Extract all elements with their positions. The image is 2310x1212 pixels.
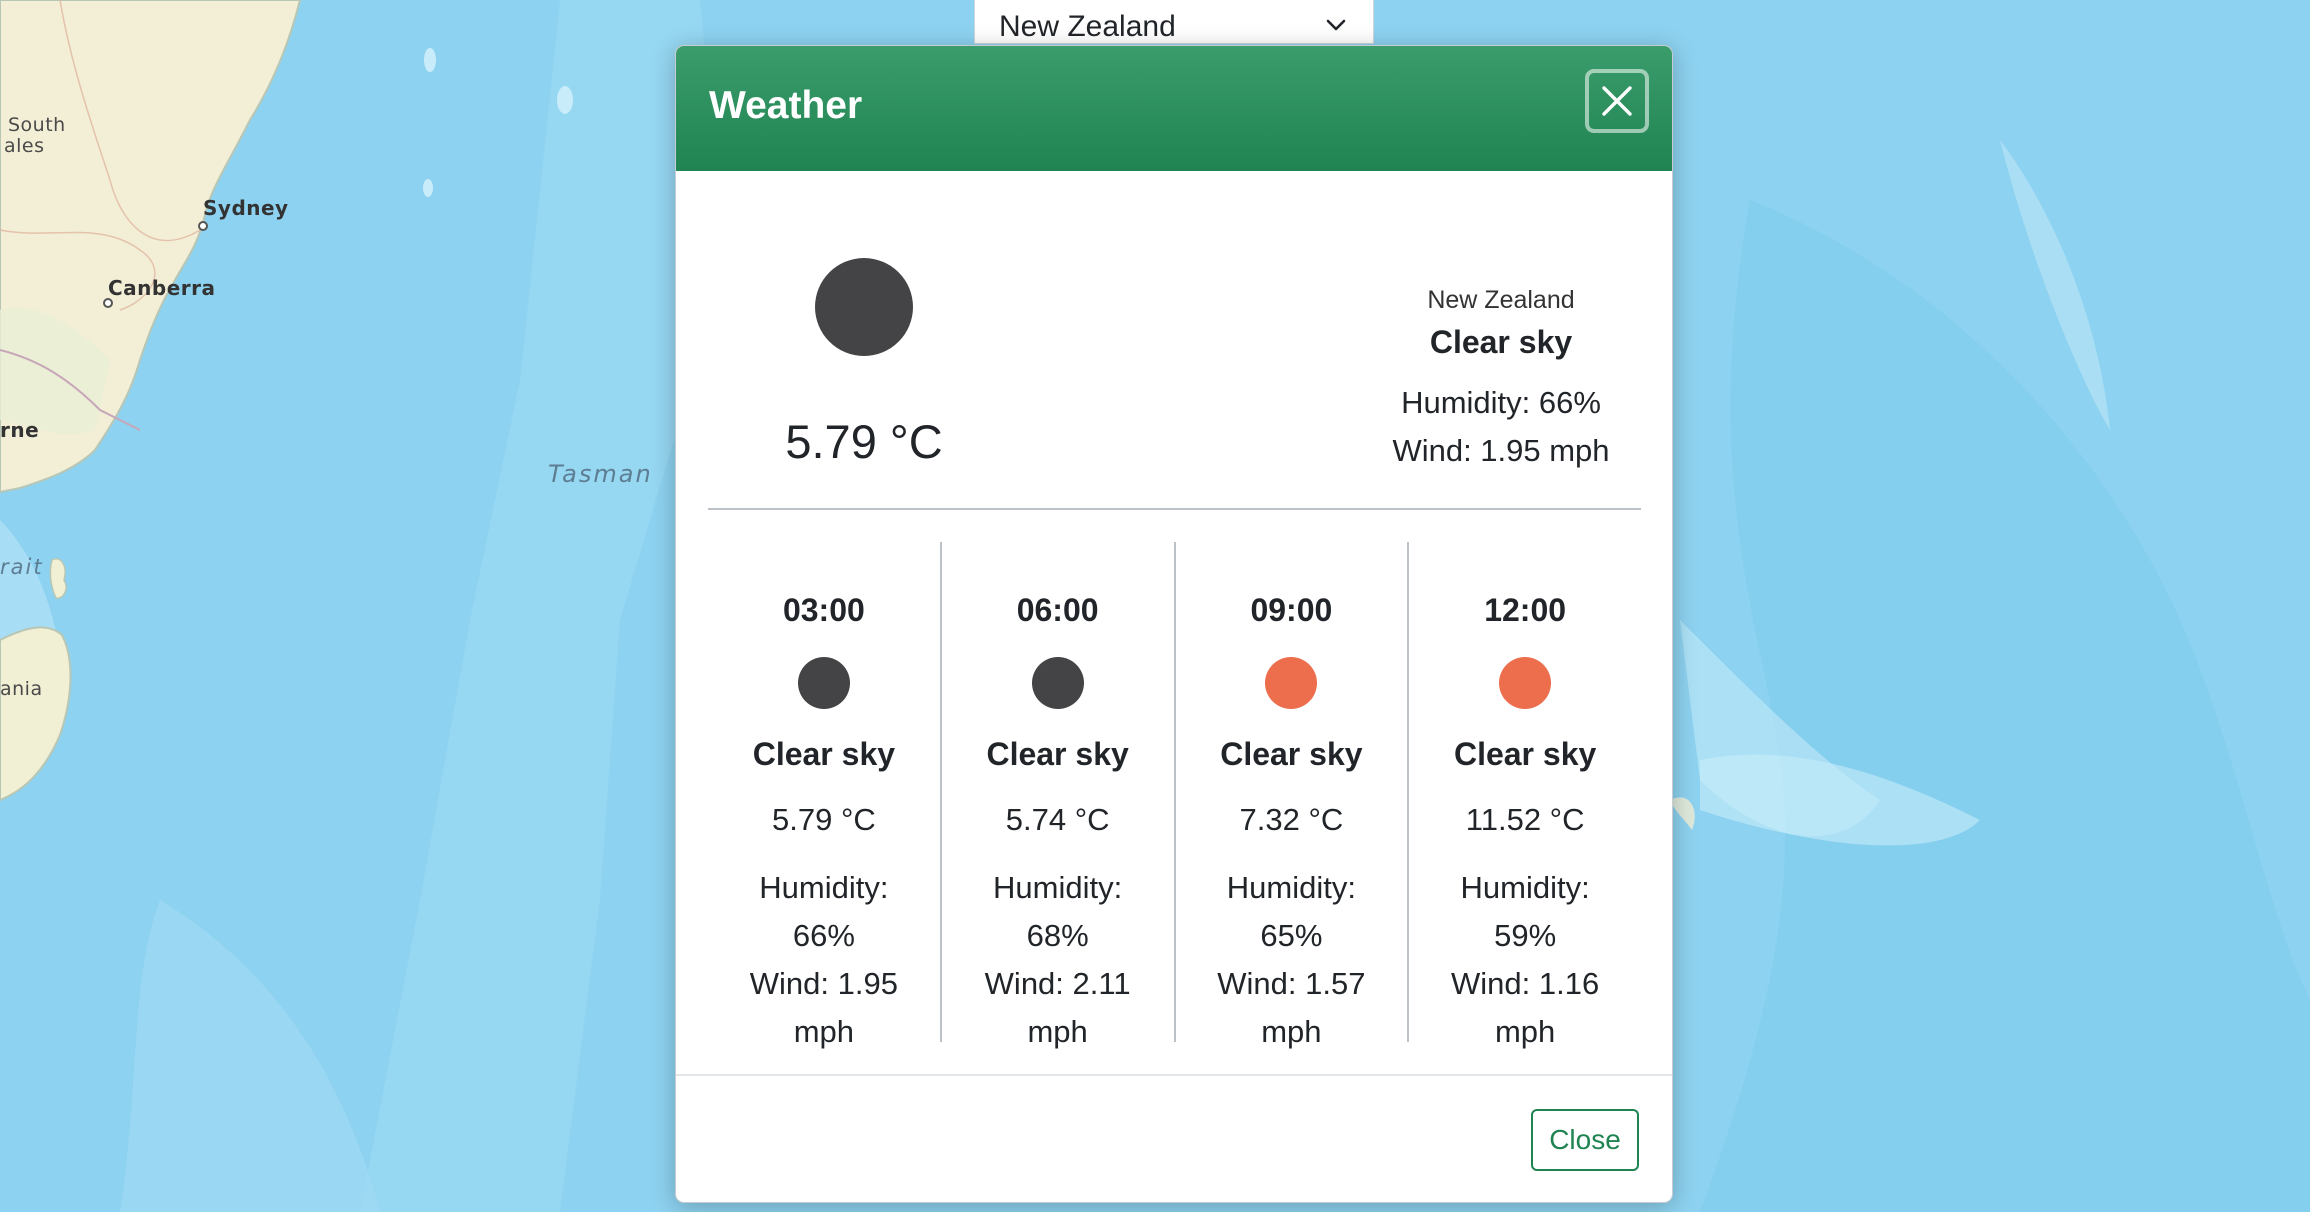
map-label-tasman: Tasman — [548, 460, 653, 488]
forecast-description: Clear sky — [986, 736, 1129, 772]
forecast-time: 09:00 — [1250, 592, 1333, 628]
country-select[interactable]: New Zealand — [974, 0, 1374, 44]
forecast-wind-label: Wind: 2.11 — [984, 966, 1131, 1001]
modal-footer: Close — [676, 1074, 1672, 1202]
forecast-details: Humidity: 68% Wind: 2.11 mph — [962, 864, 1154, 1056]
forecast-wind-unit: mph — [1027, 1014, 1088, 1049]
forecast-time: 12:00 — [1484, 592, 1567, 628]
current-temperature: 5.79 °C — [785, 415, 943, 468]
forecast-wind-label: Wind: 1.16 — [1451, 966, 1600, 1001]
forecast-humidity-label: Humidity: — [759, 870, 889, 905]
map-label-tasmania: ania — [0, 678, 43, 700]
current-wind: Wind: 1.95 mph — [1392, 433, 1610, 468]
close-button[interactable]: Close — [1531, 1109, 1639, 1171]
forecast-humidity-value: 59% — [1494, 918, 1557, 953]
forecast-temperature: 5.79 °C — [772, 802, 876, 837]
forecast-temperature: 5.74 °C — [1005, 802, 1110, 837]
forecast-humidity-label: Humidity: — [1226, 870, 1356, 905]
map-label-melbourne: rne — [0, 418, 40, 442]
forecast-weather-icon — [1499, 657, 1552, 709]
modal-header: Weather — [676, 46, 1672, 171]
forecast-column: 12:00 Clear sky 11.52 °C Humidity: 59% W… — [1407, 542, 1641, 1049]
current-location: New Zealand — [1427, 286, 1575, 314]
current-weather-info: New Zealand Clear sky Humidity: 66% Wind… — [1296, 286, 1672, 469]
forecast-humidity-value: 65% — [1260, 918, 1323, 953]
forecast-row: 03:00 Clear sky 5.79 °C Humidity: 66% Wi… — [708, 542, 1641, 1049]
divider — [708, 508, 1641, 510]
current-weather-icon — [815, 258, 913, 356]
forecast-wind-label: Wind: 1.95 — [749, 966, 898, 1001]
map-label-canberra: Canberra — [108, 276, 216, 300]
forecast-column: 03:00 Clear sky 5.79 °C Humidity: 66% Wi… — [708, 542, 940, 1049]
close-icon — [1602, 86, 1632, 116]
current-humidity: Humidity: 66% — [1401, 385, 1601, 420]
forecast-description: Clear sky — [1220, 736, 1363, 772]
country-select-value: New Zealand — [999, 10, 1176, 43]
forecast-column: 06:00 Clear sky 5.74 °C Humidity: 68% Wi… — [939, 542, 1174, 1049]
forecast-wind-unit: mph — [1494, 1014, 1556, 1049]
forecast-humidity-value: 66% — [792, 918, 855, 953]
header-close-button[interactable] — [1585, 69, 1649, 133]
map-label-south-wales-2: ales — [4, 135, 45, 157]
forecast-wind-label: Wind: 1.57 — [1217, 966, 1366, 1001]
forecast-wind-unit: mph — [1261, 1014, 1322, 1049]
forecast-wind-unit: mph — [793, 1014, 855, 1049]
forecast-time: 03:00 — [782, 592, 865, 628]
forecast-weather-icon — [1265, 657, 1318, 709]
forecast-humidity-value: 68% — [1026, 918, 1089, 953]
forecast-column: 09:00 Clear sky 7.32 °C Humidity: 65% Wi… — [1173, 542, 1408, 1049]
weather-modal: Weather 5.79 °C New Zealand Clear sky Hu… — [675, 45, 1673, 1203]
map-label-sydney: Sydney — [203, 196, 289, 220]
forecast-description: Clear sky — [1453, 736, 1597, 772]
modal-title: Weather — [709, 84, 863, 127]
forecast-details: Humidity: 59% Wind: 1.16 mph — [1429, 864, 1621, 1056]
map-label-south-wales: South — [8, 114, 66, 136]
forecast-temperature: 7.32 °C — [1239, 802, 1344, 837]
forecast-details: Humidity: 66% Wind: 1.95 mph — [728, 864, 920, 1056]
forecast-description: Clear sky — [752, 736, 896, 772]
chevron-down-icon — [1326, 19, 1346, 31]
map-label-bass-strait: rait — [0, 555, 44, 579]
current-description: Clear sky — [1429, 324, 1573, 360]
forecast-humidity-label: Humidity: — [993, 870, 1123, 905]
forecast-temperature: 11.52 °C — [1465, 802, 1585, 837]
forecast-time: 06:00 — [1016, 592, 1099, 628]
forecast-weather-icon — [1031, 657, 1084, 709]
forecast-humidity-label: Humidity: — [1460, 870, 1590, 905]
forecast-details: Humidity: 65% Wind: 1.57 mph — [1196, 864, 1388, 1056]
forecast-weather-icon — [797, 657, 850, 709]
